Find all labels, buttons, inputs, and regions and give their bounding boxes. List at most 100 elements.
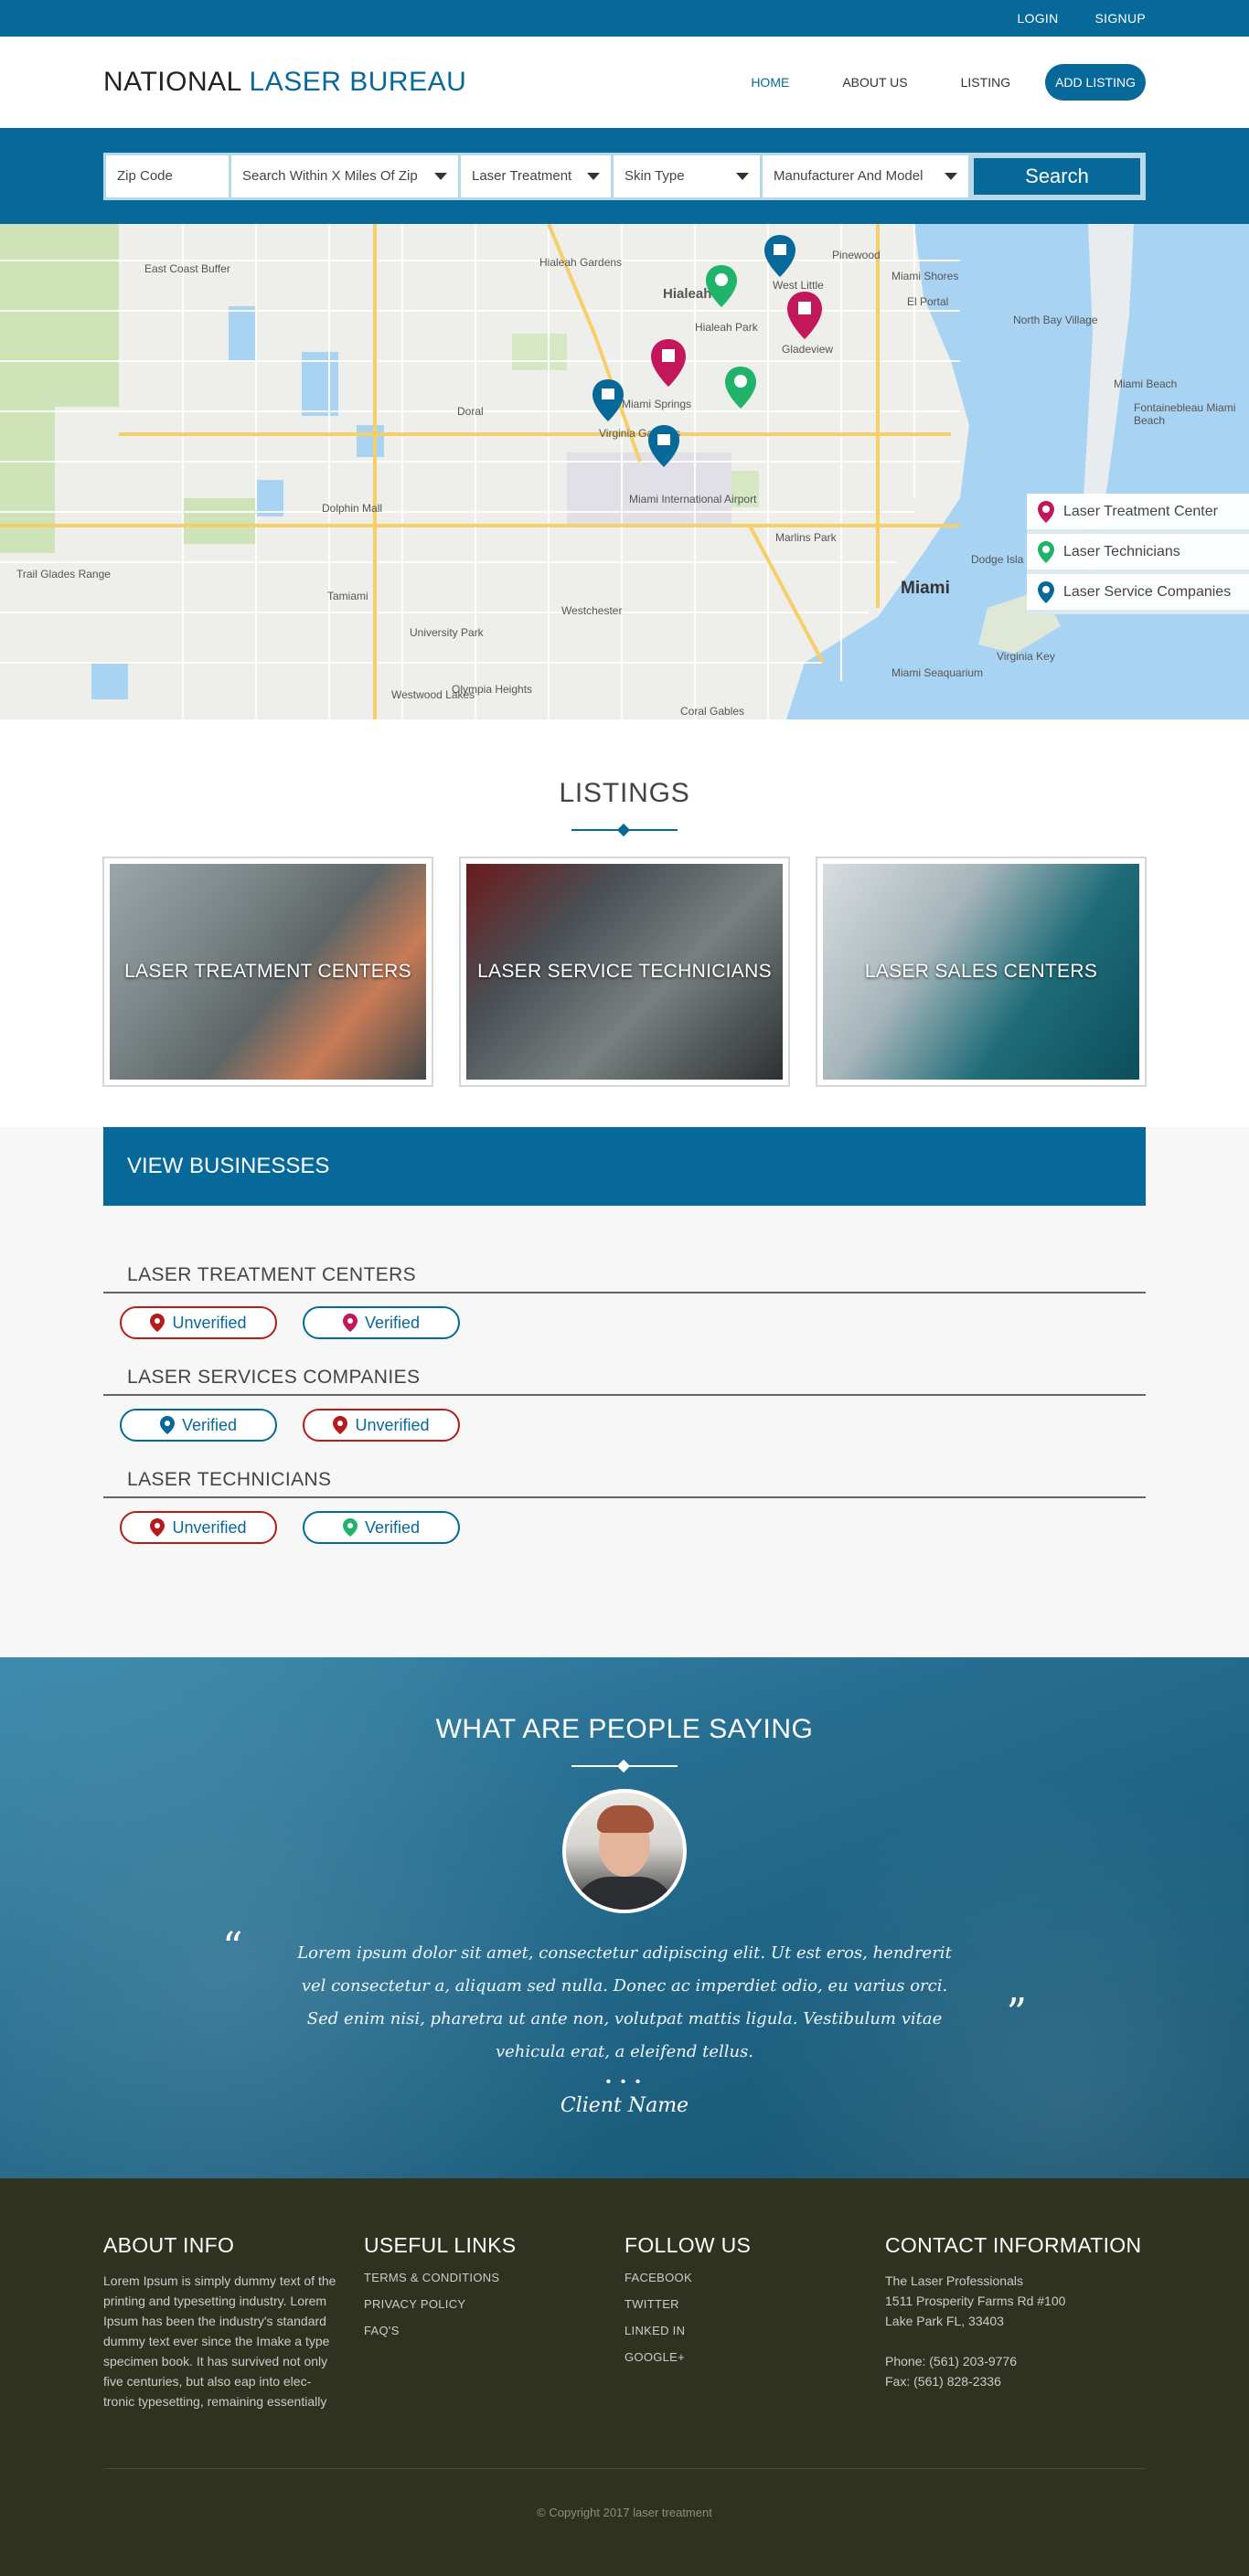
map-label: Coral Gables: [680, 705, 745, 718]
legend-item-technicians[interactable]: Laser Technicians: [1027, 534, 1249, 574]
legend-label: Laser Technicians: [1063, 543, 1180, 559]
map-label: Hialeah: [663, 286, 712, 302]
business-group-technicians: LASER TECHNICIANS Unverified Verified: [103, 1469, 1146, 1544]
search-form: Zip Code Search Within X Miles Of Zip La…: [103, 152, 1146, 200]
footer-heading: FOLLOW US: [624, 2233, 752, 2257]
footer-link-faq[interactable]: FAQ'S: [364, 2324, 624, 2337]
map-pin-icon: [1038, 500, 1054, 523]
verified-button[interactable]: Verified: [303, 1511, 460, 1544]
business-group-treatment-centers: LASER TREATMENT CENTERS Unverified Verif…: [103, 1264, 1146, 1339]
view-businesses-banner: VIEW BUSINESSES: [103, 1127, 1146, 1206]
nav-about-us[interactable]: ABOUT US: [842, 75, 907, 90]
unverified-button[interactable]: Unverified: [303, 1409, 460, 1442]
section-divider: [571, 1760, 678, 1772]
technician-marker[interactable]: [725, 367, 756, 409]
footer-link-google-plus[interactable]: GOOGLE+: [624, 2350, 885, 2364]
treatment-center-marker[interactable]: [651, 339, 686, 387]
verified-button[interactable]: Verified: [303, 1306, 460, 1339]
service-company-marker[interactable]: [764, 235, 795, 277]
map-label: East Coast Buffer: [144, 262, 230, 275]
map-label: Miami International Airport: [629, 493, 757, 506]
service-company-marker[interactable]: [648, 425, 679, 467]
map-label: Hialeah Park: [695, 321, 758, 334]
unverified-button[interactable]: Unverified: [120, 1306, 277, 1339]
testimonial-quote: “ Lorem ipsum dolor sit amet, consectetu…: [222, 1924, 1027, 2069]
business-group-buttons: Verified Unverified: [120, 1409, 1146, 1442]
map-pin-icon: [150, 1518, 165, 1537]
button-label: Verified: [181, 1415, 238, 1434]
map-label: Doral: [457, 405, 484, 418]
map-pin-icon: [333, 1416, 348, 1434]
chevron-down-icon: [945, 172, 957, 180]
add-listing-button[interactable]: ADD LISTING: [1045, 64, 1146, 101]
nav-listing[interactable]: LISTING: [961, 75, 1010, 90]
footer-link-terms[interactable]: TERMS & CONDITIONS: [364, 2271, 624, 2284]
map-label: Dodge Isla: [971, 553, 1024, 566]
contact-fax: Fax: (561) 828-2336: [885, 2374, 1001, 2389]
footer-contact: CONTACT INFORMATION The Laser Profession…: [885, 2233, 1146, 2411]
footer-follow: FOLLOW US FACEBOOK TWITTER LINKED IN GOO…: [624, 2233, 885, 2411]
treatment-select[interactable]: Laser Treatment: [461, 154, 611, 197]
legend-item-service-companies[interactable]: Laser Service Companies: [1027, 574, 1249, 614]
button-label: Unverified: [172, 1517, 247, 1537]
listing-card-label: LASER SERVICE TECHNICIANS: [477, 961, 772, 982]
button-label: Unverified: [172, 1313, 247, 1332]
footer-link-linkedin[interactable]: LINKED IN: [624, 2324, 885, 2337]
legend-label: Laser Service Companies: [1063, 583, 1232, 600]
listing-card-treatment-centers[interactable]: LASER TREATMENT CENTERS: [102, 857, 433, 1087]
map-pin-icon: [1038, 540, 1054, 563]
technician-marker[interactable]: [706, 265, 737, 307]
signup-link[interactable]: SIGNUP: [1095, 11, 1146, 26]
avatar: [562, 1789, 687, 1913]
map-pin-icon: [150, 1314, 165, 1332]
zip-code-placeholder: Zip Code: [117, 168, 173, 184]
map-label: Westchester: [561, 604, 623, 617]
listing-card-label: LASER SALES CENTERS: [864, 961, 1098, 982]
login-link[interactable]: LOGIN: [1017, 11, 1058, 26]
map-label: El Portal: [907, 295, 949, 308]
service-company-marker[interactable]: [592, 379, 624, 421]
map-label: Hialeah Gardens: [539, 256, 623, 269]
logo-part-1: NATIONAL: [103, 67, 241, 97]
listing-card-label: LASER TREATMENT CENTERS: [124, 961, 411, 982]
zip-code-input[interactable]: Zip Code: [106, 154, 229, 197]
footer-link-privacy[interactable]: PRIVACY POLICY: [364, 2297, 624, 2311]
listing-card-service-technicians[interactable]: LASER SERVICE TECHNICIANS: [459, 857, 790, 1087]
footer-links: USEFUL LINKS TERMS & CONDITIONS PRIVACY …: [364, 2233, 624, 2411]
treatment-select-value: Laser Treatment: [472, 168, 572, 184]
listing-card-sales-centers[interactable]: LASER SALES CENTERS: [816, 857, 1147, 1087]
map-label: Dolphin Mall: [322, 502, 383, 515]
testimonials-title: WHAT ARE PEOPLE SAYING: [435, 1714, 814, 1744]
verified-button[interactable]: Verified: [120, 1409, 277, 1442]
map-view[interactable]: East Coast Buffer Hialeah Gardens Hialea…: [0, 224, 1249, 719]
footer-heading: CONTACT INFORMATION: [885, 2233, 1142, 2257]
skin-type-select[interactable]: Skin Type: [614, 154, 760, 197]
map-label: University Park: [410, 626, 484, 639]
contact-name: The Laser Professionals: [885, 2273, 1023, 2288]
footer-link-twitter[interactable]: TWITTER: [624, 2297, 885, 2311]
site-logo[interactable]: NATIONAL LASER BUREAU: [103, 67, 466, 98]
unverified-button[interactable]: Unverified: [120, 1511, 277, 1544]
button-label: Unverified: [355, 1415, 430, 1434]
nav-home[interactable]: HOME: [751, 75, 789, 90]
map-label: Virginia Key: [997, 650, 1055, 663]
map-label: West Little: [773, 279, 824, 292]
site-footer: ABOUT INFO Lorem Ipsum is simply dummy t…: [0, 2178, 1249, 2576]
legend-item-treatment-center[interactable]: Laser Treatment Center: [1027, 494, 1249, 534]
map-pin-icon: [342, 1518, 358, 1537]
section-divider: [571, 824, 678, 836]
button-label: Verified: [364, 1517, 421, 1537]
search-button[interactable]: Search: [971, 154, 1143, 197]
manufacturer-select[interactable]: Manufacturer And Model: [763, 154, 968, 197]
contact-address-1: 1511 Prosperity Farms Rd #100: [885, 2294, 1066, 2308]
contact-address-2: Lake Park FL, 33403: [885, 2314, 1004, 2328]
top-bar: LOGIN SIGNUP: [0, 0, 1249, 37]
footer-link-facebook[interactable]: FACEBOOK: [624, 2271, 885, 2284]
quote-text: Lorem ipsum dolor sit amet, consectetur …: [297, 1943, 952, 2061]
logo-part-2: LASER BUREAU: [249, 67, 467, 97]
footer-heading: ABOUT INFO: [103, 2233, 235, 2257]
treatment-center-marker[interactable]: [787, 292, 822, 339]
button-label: Verified: [364, 1313, 421, 1332]
miles-select[interactable]: Search Within X Miles Of Zip: [231, 154, 458, 197]
copyright: © Copyright 2017 laser treatment: [103, 2468, 1146, 2519]
